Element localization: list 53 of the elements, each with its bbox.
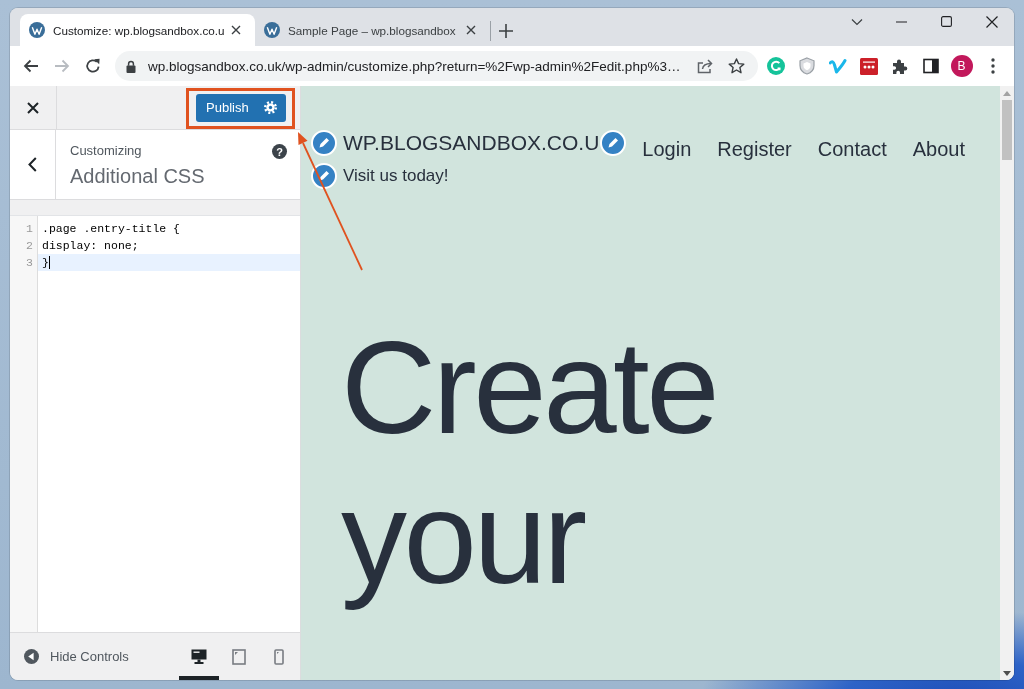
help-button[interactable]: ? [272, 144, 287, 159]
star-icon[interactable] [728, 58, 745, 74]
tablet-icon [232, 648, 246, 665]
section-title: Additional CSS [70, 164, 206, 188]
nav-link[interactable]: About [912, 137, 965, 161]
line-number: 2 [25, 238, 34, 254]
address-bar[interactable]: wp.blogsandbox.co.uk/wp-admin/customize.php?return=%2Fwp-admin%2Fedit.php%3… [115, 51, 758, 81]
code-line: .page .entry-title { [41, 221, 182, 237]
close-tab-icon[interactable] [231, 25, 241, 35]
gear-icon [264, 101, 277, 114]
pencil-icon[interactable] [600, 130, 627, 156]
reload-icon[interactable] [85, 58, 101, 74]
maximize-icon[interactable] [941, 16, 952, 27]
code-line: display: none; [41, 238, 140, 254]
pencil-icon[interactable] [311, 130, 337, 156]
section-subtitle: Customizing [70, 143, 143, 159]
puzzle-icon[interactable] [891, 57, 908, 75]
desktop-icon [191, 649, 207, 664]
side-panel-icon[interactable] [922, 58, 939, 74]
browser-tab[interactable]: Sample Page – wp.blogsandbox [255, 14, 490, 46]
nav-link[interactable]: Register [717, 137, 792, 161]
site-title[interactable]: WP.BLOGSANDBOX.CO.U [343, 131, 600, 155]
collapse-icon [24, 649, 39, 664]
favicon-icon [264, 22, 280, 38]
nav-link[interactable]: Contact [817, 137, 887, 161]
more-menu-icon[interactable] [990, 58, 995, 74]
nav-link[interactable]: Login [642, 137, 692, 161]
pencil-icon[interactable] [311, 163, 337, 189]
back-arrow-icon[interactable] [23, 58, 39, 74]
close-icon [27, 101, 39, 114]
shield-icon[interactable] [798, 57, 815, 75]
browser-tab[interactable]: Customize: wp.blogsandbox.co.u [20, 14, 255, 46]
new-tab-icon[interactable] [499, 24, 513, 38]
close-tab-icon[interactable] [466, 25, 476, 35]
share-icon[interactable] [697, 58, 714, 74]
minimize-icon[interactable] [896, 20, 907, 23]
site-tagline: Visit us today! [343, 166, 449, 186]
code-editor[interactable]: 1 2 3 .page .entry-title { display: none; } [10, 215, 300, 632]
lock-icon [126, 59, 136, 73]
close-icon[interactable] [985, 15, 998, 28]
hide-controls-button[interactable]: Hide Controls [10, 633, 129, 680]
mobile-icon [274, 648, 284, 665]
hero-heading: Create your [341, 313, 718, 613]
chevron-left-icon [28, 157, 37, 172]
publish-button[interactable]: Publish [196, 93, 286, 122]
profile-avatar[interactable]: B [950, 55, 973, 77]
line-number: 3 [25, 255, 34, 271]
scrollbar-thumb[interactable] [1002, 100, 1012, 160]
line-number: 1 [25, 221, 34, 237]
scroll-down-arrow-icon[interactable] [1003, 671, 1011, 676]
favicon-icon [29, 22, 45, 38]
dots-tile-icon[interactable] [859, 57, 878, 75]
scrollbar[interactable] [1000, 86, 1014, 680]
